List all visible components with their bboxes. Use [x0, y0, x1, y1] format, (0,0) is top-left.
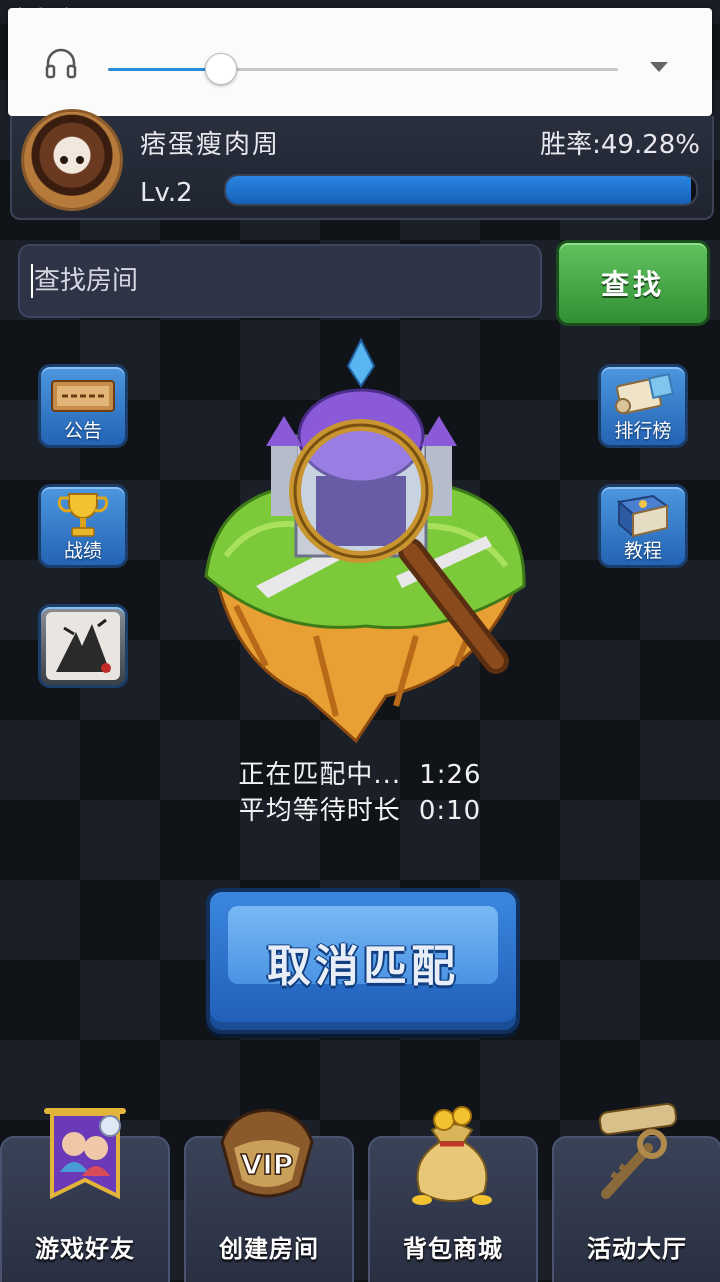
record-label: 战绩 [63, 540, 102, 562]
trophy-icon [57, 493, 109, 537]
avatar[interactable] [24, 112, 120, 208]
matching-elapsed-time: 1:26 [419, 760, 482, 790]
vip-badge-icon: VIP [220, 1108, 314, 1198]
tutorial-label: 教程 [623, 540, 662, 562]
win-rate: 胜率:49.28% [540, 130, 700, 160]
average-wait-label: 平均等待时长 [238, 796, 401, 826]
leaderboard-button[interactable]: 排行榜 [598, 364, 688, 448]
player-name: 痞蛋瘦肉周 [140, 130, 281, 160]
volume-slider-fill [108, 68, 221, 71]
matching-status-label: 正在匹配中... [238, 760, 402, 790]
notice-button[interactable]: 公告 [38, 364, 128, 448]
room-search-input[interactable] [18, 244, 542, 318]
player-level: Lv.2 [140, 178, 193, 208]
notice-label: 公告 [63, 420, 102, 442]
average-wait: 平均等待时长 0:10 [0, 790, 720, 827]
search-button[interactable]: 查找 [556, 240, 710, 326]
record-button[interactable]: 战绩 [38, 484, 128, 568]
money-bag-icon [412, 1106, 492, 1205]
friends-banner-icon [44, 1108, 126, 1200]
xp-progress-fill [226, 176, 692, 204]
game-promo-icon [46, 612, 120, 680]
chevron-down-icon[interactable] [648, 58, 670, 76]
tutorial-button[interactable]: 教程 [598, 484, 688, 568]
book-icon [616, 494, 670, 539]
volume-panel [8, 8, 712, 116]
nav-create-room-label: 创建房间 [219, 1235, 319, 1263]
headphones-icon [45, 48, 77, 79]
nav-activity-hall-label: 活动大厅 [587, 1235, 687, 1263]
scroll-key-icon [598, 1102, 678, 1199]
scroll-icon [615, 372, 675, 415]
nav-game-friends-label: 游戏好友 [35, 1235, 135, 1263]
nav-bag-shop-label: 背包商城 [403, 1235, 503, 1263]
xp-progress-bar [224, 174, 698, 206]
cancel-matching-button[interactable]: 取消匹配 [206, 888, 520, 1034]
player-profile-bar: 痞蛋瘦肉周 胜率:49.28% Lv.2 [10, 112, 714, 220]
volume-slider[interactable] [108, 53, 618, 85]
volume-slider-thumb[interactable] [205, 53, 238, 85]
leaderboard-label: 排行榜 [614, 420, 672, 442]
average-wait-time: 0:10 [418, 796, 482, 826]
matching-status: 正在匹配中... 1:26 [0, 754, 720, 791]
notice-board-icon [51, 380, 115, 412]
svg-text:VIP: VIP [241, 1148, 294, 1181]
matching-island-illustration [204, 337, 526, 744]
game-promo-button[interactable] [38, 604, 128, 688]
cancel-matching-label: 取消匹配 [267, 941, 459, 992]
text-caret [31, 264, 33, 298]
